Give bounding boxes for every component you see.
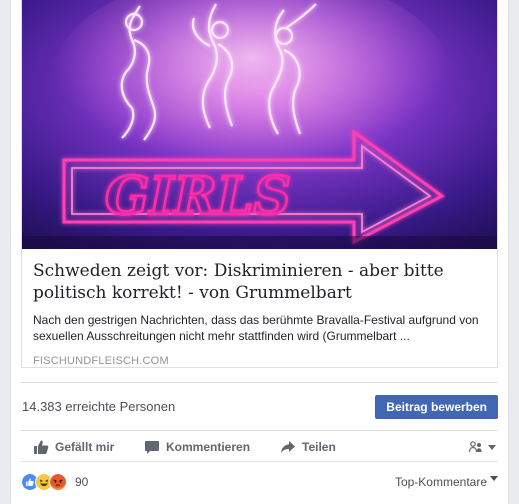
angry-icon: [49, 473, 67, 491]
share-arrow-icon: [281, 441, 295, 453]
boost-post-button[interactable]: Beitrag bewerben: [375, 395, 498, 419]
neon-girls-text: GIRLS: [105, 166, 291, 227]
thumbs-up-icon: [34, 440, 49, 454]
link-text-block: Schweden zeigt vor: Diskriminieren - abe…: [33, 260, 488, 367]
share-label: Teilen: [302, 440, 336, 454]
comment-sort-label: Top-Kommentare: [394, 475, 487, 489]
post-card: GIRLS Schweden zeigt vor: Diskriminieren…: [10, 0, 509, 504]
comment-sort-dropdown[interactable]: Top-Kommentare: [395, 475, 498, 489]
friends-audience-icon: [468, 441, 496, 453]
reach-row: 14.383 erreichte Personen Beitrag bewerb…: [21, 382, 498, 430]
link-description: Nach den gestrigen Nachrichten, dass das…: [33, 313, 479, 343]
link-preview[interactable]: GIRLS Schweden zeigt vor: Diskriminieren…: [21, 0, 498, 368]
neon-girls-image: GIRLS: [22, 0, 497, 249]
reaction-count[interactable]: 90: [75, 475, 88, 489]
reactions-row: 90 Top-Kommentare: [21, 462, 498, 504]
comment-button[interactable]: Kommentieren: [144, 437, 250, 457]
link-title[interactable]: Schweden zeigt vor: Diskriminieren - abe…: [33, 260, 488, 304]
comment-icon: [145, 441, 159, 454]
link-preview-image[interactable]: GIRLS: [22, 0, 497, 249]
like-label: Gefällt mir: [55, 440, 115, 454]
caret-down-icon: [490, 476, 498, 481]
audience-selector[interactable]: [468, 437, 504, 457]
link-domain: FISCHUNDFLEISCH.COM: [33, 355, 169, 367]
comment-label: Kommentieren: [166, 440, 251, 454]
reach-count[interactable]: 14.383 erreichte Personen: [22, 399, 175, 414]
share-button[interactable]: Teilen: [280, 437, 336, 457]
reaction-icons[interactable]: [21, 473, 67, 491]
action-bar: Gefällt mir Kommentieren Teilen: [21, 430, 498, 462]
like-button[interactable]: Gefällt mir: [33, 437, 114, 457]
